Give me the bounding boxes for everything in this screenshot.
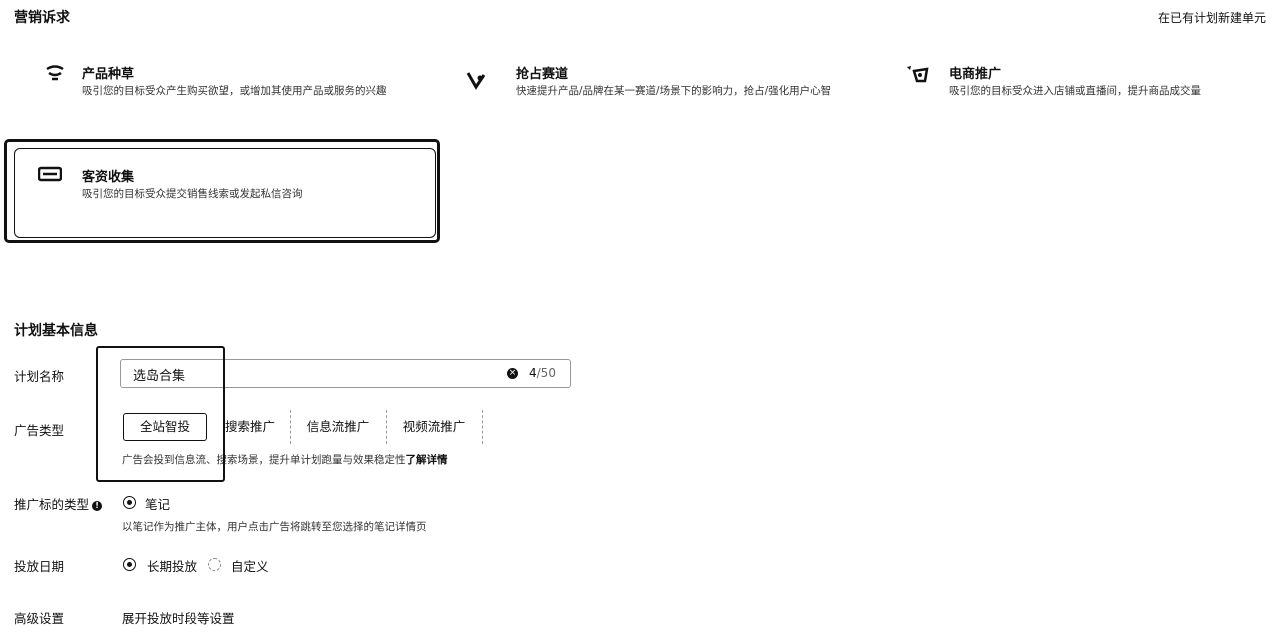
goal-desc: 快速提升产品/品牌在某一赛道/场景下的影响力，抢占/强化用户心智 (516, 85, 832, 97)
ad-type-option-feed[interactable]: 信息流推广 (298, 413, 378, 441)
goal-desc: 吸引您的目标受众产生购买欲望，或增加其使用产品或服务的兴趣 (82, 85, 387, 97)
learn-more-link[interactable]: 了解详情 (406, 454, 448, 466)
grass-icon (44, 63, 68, 83)
segment-divider (482, 410, 484, 444)
info-icon[interactable]: ! (92, 501, 103, 511)
goal-title: 产品种草 (82, 67, 135, 82)
shop-icon (905, 63, 929, 83)
target-type-option-note[interactable]: 笔记 (145, 494, 170, 513)
goal-title: 客资收集 (82, 170, 135, 185)
plan-name-label: 计划名称 (14, 369, 65, 384)
segment-divider (290, 410, 292, 444)
goal-title: 电商推广 (949, 67, 1002, 82)
char-counter: 4/50 (529, 366, 556, 380)
ad-type-option-search[interactable]: 搜索推广 (215, 413, 285, 441)
schedule-option-custom[interactable]: 自定义 (231, 556, 269, 575)
advanced-expand-toggle[interactable]: 展开投放时段等设置 (122, 608, 235, 627)
schedule-label: 投放日期 (14, 559, 65, 574)
track-icon (464, 69, 488, 90)
radio-note[interactable] (123, 496, 136, 509)
new-unit-link[interactable]: 在已有计划新建单元 (1158, 9, 1266, 26)
ad-type-label: 广告类型 (14, 423, 65, 438)
section-title-plan-info: 计划基本信息 (14, 323, 98, 339)
advanced-label: 高级设置 (14, 611, 65, 626)
goal-title: 抢占赛道 (516, 67, 569, 82)
target-type-hint: 以笔记作为推广主体，用户点击广告将跳转至您选择的笔记详情页 (122, 521, 427, 533)
section-title-marketing: 营销诉求 (14, 10, 70, 26)
clear-icon[interactable]: × (507, 368, 518, 379)
schedule-option-long-term[interactable]: 长期投放 (147, 556, 197, 575)
char-count: 4 (529, 366, 537, 380)
goal-desc: 吸引您的目标受众进入店铺或直播间，提升商品成交量 (949, 85, 1201, 97)
highlight-frame (96, 346, 225, 482)
target-type-label: 推广标的类型! (14, 494, 103, 513)
radio-long-term[interactable] (123, 558, 136, 571)
radio-custom[interactable] (208, 558, 221, 571)
char-max: /50 (536, 366, 556, 380)
lead-icon (37, 166, 63, 186)
ad-type-option-video[interactable]: 视频流推广 (394, 413, 474, 441)
segment-divider (386, 410, 388, 444)
goal-desc: 吸引您的目标受众提交销售线索或发起私信咨询 (82, 188, 303, 200)
